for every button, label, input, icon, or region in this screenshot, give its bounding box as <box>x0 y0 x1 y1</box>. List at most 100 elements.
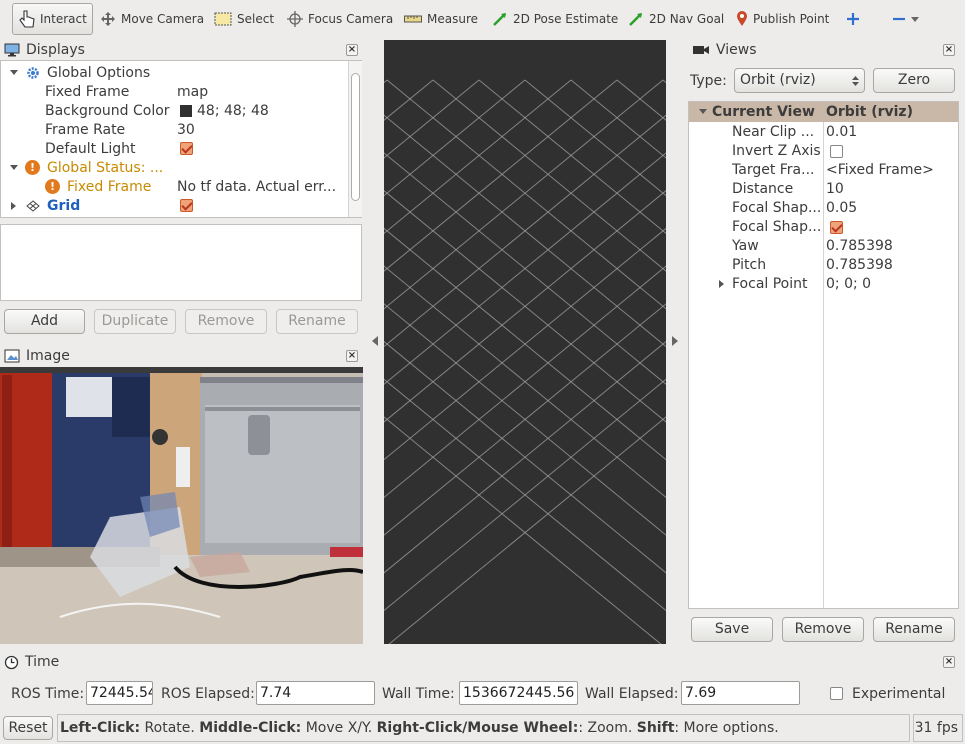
tree-label: Distance <box>732 181 794 197</box>
rename-display-button[interactable]: Rename <box>276 309 358 334</box>
focal-shape-fixed-checkbox[interactable] <box>830 221 843 234</box>
tree-label: Grid <box>47 197 81 214</box>
remove-tool-button[interactable] <box>886 3 925 35</box>
hint-right-click: Right-Click/Mouse Wheel: <box>376 720 579 736</box>
tool-measure[interactable]: Measure <box>398 3 484 35</box>
tool-interact-label: Interact <box>40 12 87 26</box>
grid-checkbox[interactable] <box>180 199 193 212</box>
tree-value[interactable]: map <box>177 84 208 100</box>
expand-arrow-icon[interactable] <box>699 109 707 114</box>
add-tool-button[interactable] <box>840 3 866 35</box>
grid-line <box>384 416 662 644</box>
grid-line <box>384 79 572 234</box>
focal-point-value[interactable]: 0; 0; 0 <box>826 275 871 294</box>
camera-image-content <box>0 367 363 644</box>
minus-icon <box>893 17 905 21</box>
collapse-right-panel-button[interactable] <box>671 334 681 350</box>
remove-view-button[interactable]: Remove <box>782 617 864 642</box>
target-frame-value[interactable]: <Fixed Frame> <box>826 161 934 180</box>
warning-icon: ! <box>25 160 40 175</box>
remove-display-button[interactable]: Remove <box>185 309 267 334</box>
plus-icon <box>847 13 859 25</box>
tool-focus-camera-label: Focus Camera <box>308 12 394 26</box>
grid-line <box>384 378 666 612</box>
grid-line <box>384 79 388 84</box>
ruler-icon <box>404 15 422 23</box>
default-light-checkbox[interactable] <box>180 142 193 155</box>
ros-time-field[interactable]: 72445.54 <box>86 681 153 705</box>
tree-label: Global Options <box>47 64 151 81</box>
tree-row-global-options[interactable]: Global Options <box>1 63 346 82</box>
image-title: Image <box>26 348 70 364</box>
tool-2d-pose-estimate[interactable]: 2D Pose Estimate <box>486 3 624 35</box>
tree-value[interactable]: 30 <box>177 122 195 138</box>
grid-line <box>386 79 666 310</box>
tree-value: No tf data. Actual err... <box>177 178 337 195</box>
view-type-dropdown[interactable]: Orbit (rviz) <box>734 68 865 93</box>
ros-elapsed-field[interactable]: 7.74 <box>256 681 375 705</box>
rename-view-button[interactable]: Rename <box>873 617 955 642</box>
experimental-checkbox[interactable] <box>830 687 843 700</box>
grid-line <box>384 303 666 536</box>
yaw-value[interactable]: 0.785398 <box>826 237 893 256</box>
tree-value[interactable]: 48; 48; 48 <box>197 103 269 119</box>
grid-line <box>384 227 666 461</box>
views-title-bar: Views × <box>688 40 965 60</box>
image-close-button[interactable]: × <box>346 350 358 362</box>
collapse-left-panel-button[interactable] <box>371 334 381 350</box>
duplicate-display-button[interactable]: Duplicate <box>94 309 176 334</box>
tool-select[interactable]: Select <box>208 3 280 35</box>
views-close-button[interactable]: × <box>943 44 955 56</box>
tree-row-default-light[interactable]: Default Light <box>1 139 346 158</box>
current-view-header[interactable]: Current View Orbit (rviz) <box>689 102 958 122</box>
green-arrow-icon <box>629 13 642 26</box>
distance-value[interactable]: 10 <box>826 180 844 199</box>
image-icon <box>4 349 20 363</box>
tool-2d-nav-goal[interactable]: 2D Nav Goal <box>622 3 730 35</box>
tree-row-background-color[interactable]: Background Color 48; 48; 48 <box>1 101 346 120</box>
hint-left-click: Left-Click: <box>60 720 141 736</box>
save-view-button[interactable]: Save <box>691 617 773 642</box>
tool-measure-label: Measure <box>427 12 478 26</box>
tree-row-global-status[interactable]: ! Global Status: ... <box>1 158 346 177</box>
zero-button[interactable]: Zero <box>873 68 955 93</box>
expand-arrow-icon[interactable] <box>10 165 18 170</box>
expand-arrow-icon[interactable] <box>719 280 724 288</box>
tool-publish-point[interactable]: Publish Point <box>730 3 835 35</box>
tree-row-fixed-frame-status[interactable]: ! Fixed Frame No tf data. Actual err... <box>1 177 346 196</box>
tool-interact[interactable]: Interact <box>12 3 93 35</box>
tool-select-label: Select <box>237 12 275 26</box>
displays-close-button[interactable]: × <box>346 44 358 56</box>
grid-icon <box>26 199 40 212</box>
chevron-down-icon <box>911 17 919 22</box>
expand-arrow-icon[interactable] <box>11 201 16 210</box>
wall-time-field[interactable]: 1536672445.56 <box>459 681 578 705</box>
near-clip-value[interactable]: 0.01 <box>826 123 857 142</box>
tree-label: Pitch <box>732 257 767 273</box>
pitch-value[interactable]: 0.785398 <box>826 256 893 275</box>
reset-button[interactable]: Reset <box>3 716 53 740</box>
tree-row-frame-rate[interactable]: Frame Rate 30 <box>1 120 346 139</box>
tree-label: Invert Z Axis <box>732 143 821 159</box>
tool-move-camera[interactable]: Move Camera <box>94 3 210 35</box>
invert-z-axis-checkbox[interactable] <box>830 145 843 158</box>
time-close-button[interactable]: × <box>943 656 955 668</box>
add-display-button[interactable]: Add <box>4 309 85 334</box>
3d-viewport[interactable] <box>384 40 666 644</box>
wall-elapsed-field[interactable]: 7.69 <box>681 681 800 705</box>
tree-label: Near Clip ... <box>732 124 815 140</box>
color-swatch[interactable] <box>180 105 192 117</box>
focal-shape-size-value[interactable]: 0.05 <box>826 199 857 218</box>
tool-focus-camera[interactable]: Focus Camera <box>281 3 399 35</box>
expand-arrow-icon[interactable] <box>10 70 18 75</box>
grid-line <box>384 190 666 423</box>
tree-row-fixed-frame[interactable]: Fixed Frame map <box>1 82 346 101</box>
grid-line <box>384 340 666 574</box>
tree-label: Focal Point <box>732 276 808 292</box>
current-view-value: Orbit (rviz) <box>826 104 913 120</box>
crosshair-icon <box>287 11 303 27</box>
tree-row-grid[interactable]: Grid <box>1 196 346 215</box>
displays-scrollbar[interactable] <box>348 61 362 217</box>
displays-tree: Global Options Fixed Frame map Backgroun… <box>0 60 362 218</box>
scrollbar-thumb[interactable] <box>351 73 360 201</box>
